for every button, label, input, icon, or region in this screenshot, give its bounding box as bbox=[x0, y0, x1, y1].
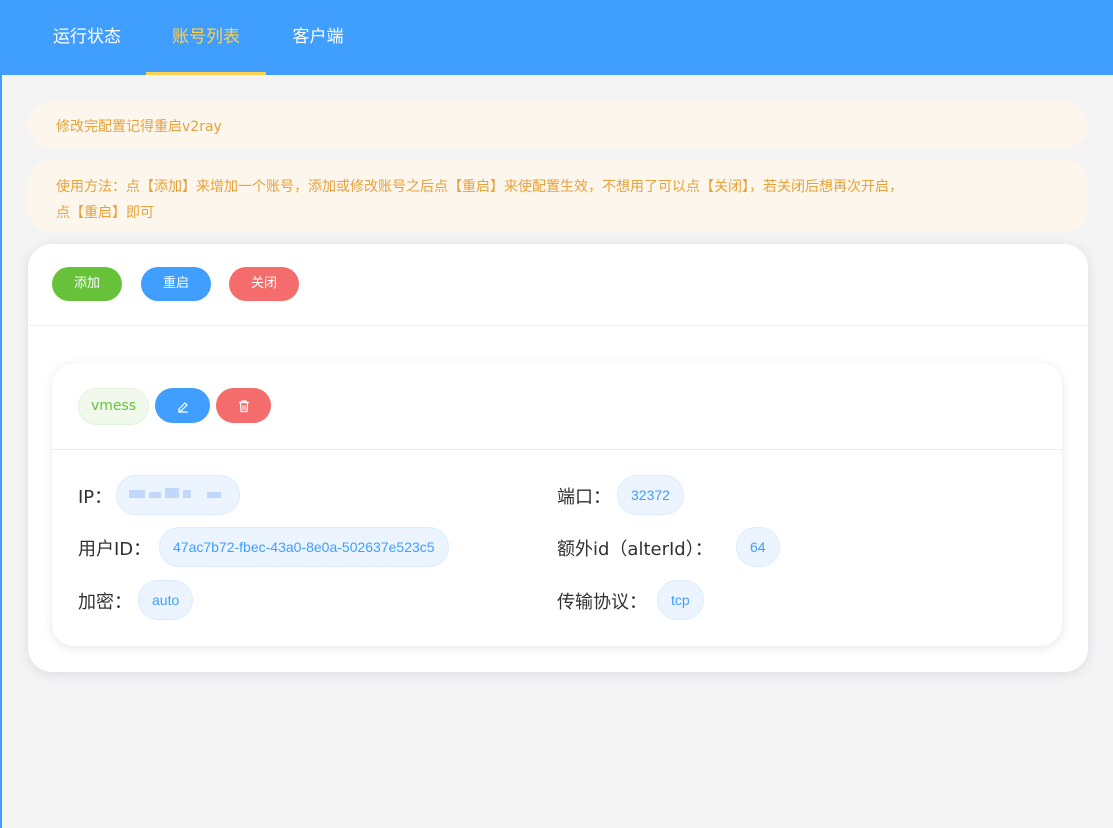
ip-redaction bbox=[149, 492, 161, 498]
ip-redaction bbox=[183, 490, 191, 498]
port-label: 端口： bbox=[557, 487, 611, 508]
restart-reminder-text: 修改完配置记得重启v2ray bbox=[56, 119, 222, 135]
ip-redaction bbox=[207, 492, 221, 498]
account-item-header: vmess bbox=[52, 363, 1062, 450]
usage-text-line2: 点【重启】即可 bbox=[56, 205, 154, 221]
delete-account-button[interactable] bbox=[216, 388, 271, 423]
pencil-icon bbox=[177, 401, 188, 413]
active-tab-indicator bbox=[146, 72, 266, 75]
port-value: 32372 bbox=[617, 475, 684, 515]
close-button[interactable]: 关闭 bbox=[229, 267, 299, 301]
accounts-toolbar: 添加 重启 关闭 bbox=[28, 244, 1088, 326]
alterid-label: 额外id（alterId）： bbox=[557, 539, 713, 560]
ip-label: IP： bbox=[78, 487, 113, 508]
tab-client[interactable]: 客户端 bbox=[290, 0, 346, 75]
ip-value bbox=[116, 475, 240, 515]
ip-redaction bbox=[129, 490, 145, 498]
usage-alert: 使用方法：点【添加】来增加一个账号，添加或修改账号之后点【重启】来使配置生效，不… bbox=[28, 160, 1088, 232]
protocol-tag: vmess bbox=[78, 388, 149, 425]
account-item-card: vmess IP： 端口： 32372 用户ID： 47ac7b72-fbec-… bbox=[52, 363, 1062, 646]
edit-account-button[interactable] bbox=[155, 388, 210, 423]
security-value: auto bbox=[138, 580, 194, 620]
tab-run-status[interactable]: 运行状态 bbox=[50, 0, 124, 75]
security-label: 加密： bbox=[78, 592, 132, 613]
tab-account-list[interactable]: 账号列表 bbox=[146, 0, 266, 75]
alterid-value: 64 bbox=[736, 527, 780, 567]
restart-reminder-alert: 修改完配置记得重启v2ray bbox=[28, 102, 1088, 148]
usage-text-line1: 使用方法：点【添加】来增加一个账号，添加或修改账号之后点【重启】来使配置生效，不… bbox=[56, 179, 903, 195]
trash-icon bbox=[238, 399, 249, 412]
top-nav: 运行状态 账号列表 客户端 bbox=[0, 0, 1113, 75]
accounts-card: 添加 重启 关闭 vmess IP： 端口： 32372 用户ID： 47ac7… bbox=[28, 244, 1088, 672]
network-value: tcp bbox=[657, 580, 704, 620]
add-button[interactable]: 添加 bbox=[52, 267, 122, 301]
restart-button[interactable]: 重启 bbox=[141, 267, 211, 301]
uuid-value: 47ac7b72-fbec-43a0-8e0a-502637e523c5 bbox=[159, 527, 449, 567]
uuid-label: 用户ID： bbox=[78, 539, 152, 560]
ip-redaction bbox=[165, 488, 179, 498]
network-label: 传输协议： bbox=[557, 592, 647, 613]
